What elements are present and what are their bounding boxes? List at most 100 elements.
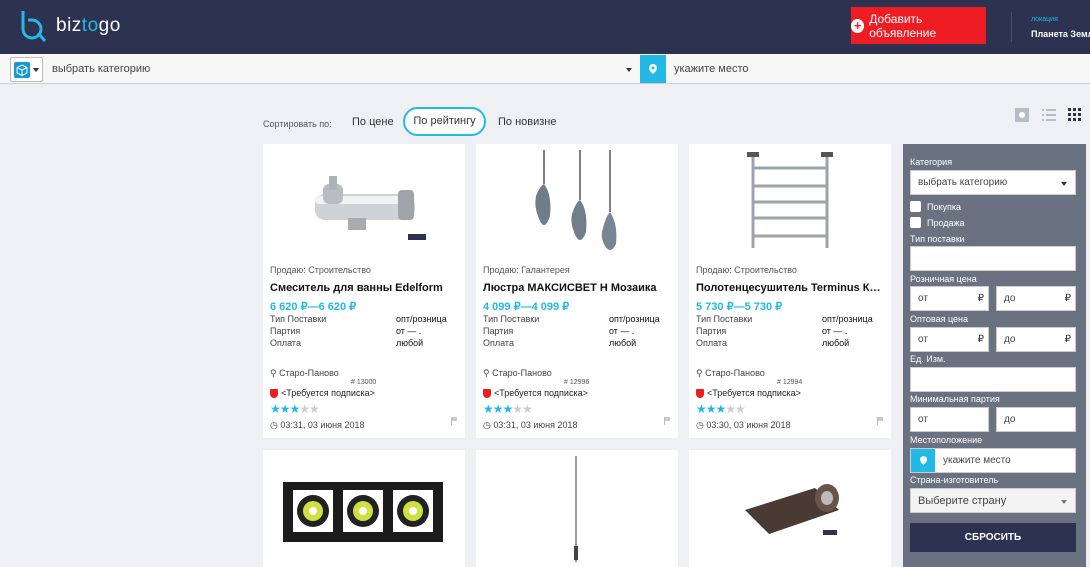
buy-label: Покупка [927, 202, 962, 212]
product-card[interactable] [476, 450, 678, 567]
sort-by-newest[interactable]: По новизне [498, 116, 557, 128]
sort-label: Сортировать по: [263, 119, 332, 129]
card-number: # 13000 [351, 379, 377, 386]
location-input[interactable]: укажите место [910, 448, 1076, 473]
top-header: biztogo + Добавить объявление локация Пла… [0, 0, 1090, 54]
min-batch-to[interactable]: до [996, 407, 1076, 432]
card-city: ⚲ Старо-Паново [483, 368, 552, 378]
card-city: ⚲ Старо-Паново [696, 368, 765, 378]
card-date: ◷ 03:31, 03 июня 2018 [270, 420, 365, 430]
flag-icon[interactable] [877, 417, 883, 425]
pendant-image[interactable] [476, 450, 678, 567]
clock-icon: ◷ [696, 420, 704, 430]
divider [1011, 12, 1012, 42]
flag-icon[interactable] [451, 417, 457, 425]
card-subscription[interactable]: <Требуется подписка> [696, 388, 801, 398]
faucet-image[interactable] [263, 144, 465, 256]
card-category: Продаю: Галантерея [483, 265, 570, 275]
filter-sidebar: Категория выбрать категорию Покупка Прод… [903, 144, 1086, 567]
retail-price-from[interactable]: от ₽ [910, 286, 989, 311]
card-attr-row: Тип Поставки опт/розница [270, 314, 447, 324]
logo-icon[interactable] [18, 9, 48, 43]
flag-icon[interactable] [664, 417, 670, 425]
grid-view-icon[interactable] [1067, 107, 1083, 123]
category-dropdown-button[interactable] [10, 57, 43, 82]
card-category: Продаю: Строительство [270, 265, 371, 275]
map-pin-icon: ⚲ [270, 368, 277, 378]
card-title[interactable]: Смеситель для ванны Edelform [270, 282, 460, 294]
wholesale-price-to[interactable]: до ₽ [996, 327, 1076, 352]
chevron-down-icon [33, 68, 39, 72]
brand-name[interactable]: biztogo [56, 15, 121, 37]
supply-type-label: Тип поставки [910, 234, 965, 244]
card-number: # 12994 [777, 379, 803, 386]
shield-icon [696, 388, 704, 398]
retail-price-to[interactable]: до ₽ [996, 286, 1076, 311]
sort-by-price[interactable]: По цене [352, 116, 394, 128]
location-pin-button[interactable] [640, 55, 666, 83]
rating-stars: ★★★★★ [270, 402, 320, 416]
spotlight-image[interactable] [263, 450, 465, 567]
card-number: # 12996 [564, 379, 590, 386]
map-pin-icon [649, 64, 657, 74]
retail-price-label: Розничная цена [910, 274, 977, 284]
card-subscription[interactable]: <Требуется подписка> [270, 388, 375, 398]
map-pin-icon: ⚲ [696, 368, 703, 378]
photo-view-icon[interactable] [1014, 107, 1030, 123]
rating-stars: ★★★★★ [696, 402, 746, 416]
card-date: ◷ 03:31, 03 июня 2018 [483, 420, 578, 430]
product-card[interactable]: Продаю: Строительство Полотенцесушитель … [689, 144, 891, 438]
category-select[interactable]: выбрать категорию [52, 63, 150, 75]
card-price: 4 099 ₽—4 099 ₽ [483, 301, 570, 313]
min-batch-from[interactable]: от [910, 407, 989, 432]
chevron-down-icon[interactable] [626, 68, 632, 72]
card-attr-row: Партия от — . [483, 326, 635, 336]
reset-button[interactable]: СБРОСИТЬ [910, 523, 1076, 552]
list-view-icon[interactable] [1041, 107, 1057, 123]
card-attr-row: Оплата любой [696, 338, 850, 348]
card-attr-row: Оплата любой [483, 338, 637, 348]
card-attr-row: Партия от — . [696, 326, 848, 336]
product-card[interactable] [689, 450, 891, 567]
place-input[interactable]: укажите место [674, 63, 748, 75]
category-select[interactable]: выбрать категорию [910, 170, 1076, 195]
cube-icon [14, 62, 30, 78]
sell-checkbox[interactable] [910, 217, 921, 228]
map-pin-icon: ⚲ [483, 368, 490, 378]
card-city: ⚲ Старо-Паново [270, 368, 339, 378]
unit-label: Ед. Изм. [910, 354, 946, 364]
search-bar: выбрать категорию укажите место [0, 54, 1090, 84]
category-label: Категория [910, 157, 953, 167]
roll-material-image[interactable] [689, 450, 891, 567]
unit-input[interactable] [910, 367, 1076, 392]
card-title[interactable]: Полотенцесушитель Terminus Классик [696, 282, 886, 294]
add-listing-button[interactable]: + Добавить объявление [851, 7, 986, 44]
clock-icon: ◷ [270, 420, 278, 430]
buy-checkbox[interactable] [910, 201, 921, 212]
product-card[interactable]: Продаю: Галантерея Люстра МАКСИСВЕТ Н Мо… [476, 144, 678, 438]
card-price: 5 730 ₽—5 730 ₽ [696, 301, 783, 313]
card-subscription[interactable]: <Требуется подписка> [483, 388, 588, 398]
sort-by-rating[interactable]: По рейтингу [403, 107, 486, 136]
country-select[interactable]: Выберите страну [910, 488, 1076, 513]
card-attr-row: Партия от — . [270, 326, 422, 336]
chandelier-image[interactable] [476, 144, 678, 256]
wholesale-price-from[interactable]: от ₽ [910, 327, 989, 352]
product-card[interactable] [263, 450, 465, 567]
sell-label: Продажа [927, 218, 965, 228]
chevron-down-icon [1061, 500, 1067, 504]
towel-warmer-image[interactable] [689, 144, 891, 256]
shield-icon [270, 388, 278, 398]
supply-type-input[interactable] [910, 246, 1076, 271]
card-category: Продаю: Строительство [696, 265, 797, 275]
card-title[interactable]: Люстра МАКСИСВЕТ Н Мозаика [483, 282, 673, 294]
min-batch-label: Минимальная партия [910, 394, 1000, 404]
location-value[interactable]: Планета Земля [1031, 29, 1090, 39]
location-label: Местоположение [910, 435, 983, 445]
wholesale-price-label: Оптовая цена [910, 314, 968, 324]
product-card[interactable]: Продаю: Строительство Смеситель для ванн… [263, 144, 465, 438]
card-attr-row: Тип Поставки опт/розница [483, 314, 660, 324]
card-price: 6 620 ₽—6 620 ₽ [270, 301, 357, 313]
country-label: Страна-изготовитель [910, 475, 999, 485]
plus-icon: + [851, 18, 865, 33]
